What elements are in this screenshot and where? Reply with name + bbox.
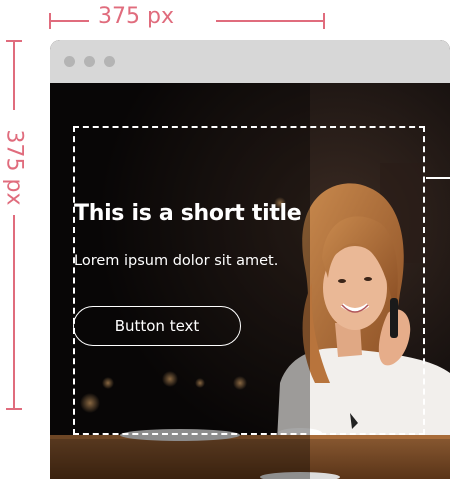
dimension-tick — [6, 408, 22, 410]
safe-area-dashed-frame — [73, 126, 425, 435]
margin-marker — [426, 177, 450, 179]
hero-subtitle: Lorem ipsum dolor sit amet. — [74, 253, 279, 269]
width-dimension-label: 375 px — [98, 4, 174, 29]
dimension-line — [13, 40, 15, 110]
window-dot-icon — [84, 56, 95, 67]
dimension-line — [49, 20, 89, 22]
hero-title: This is a short title — [74, 201, 302, 226]
dimension-tick — [323, 13, 325, 29]
height-dimension-label: 375 px — [1, 129, 27, 206]
height-dimension-annotation: 375 px — [1, 40, 30, 410]
dimension-line — [216, 20, 325, 22]
width-dimension-annotation: 375 px — [49, 4, 325, 34]
dimension-line — [13, 215, 15, 410]
hero-cta-button[interactable]: Button text — [73, 306, 241, 346]
mockup-stage: 375 px 375 px This is a short title Lore… — [0, 0, 450, 479]
browser-window: This is a short title Lorem ipsum dolor … — [50, 40, 450, 479]
browser-titlebar — [50, 40, 450, 83]
hero-section: This is a short title Lorem ipsum dolor … — [50, 83, 450, 479]
window-dot-icon — [64, 56, 75, 67]
window-dot-icon — [104, 56, 115, 67]
